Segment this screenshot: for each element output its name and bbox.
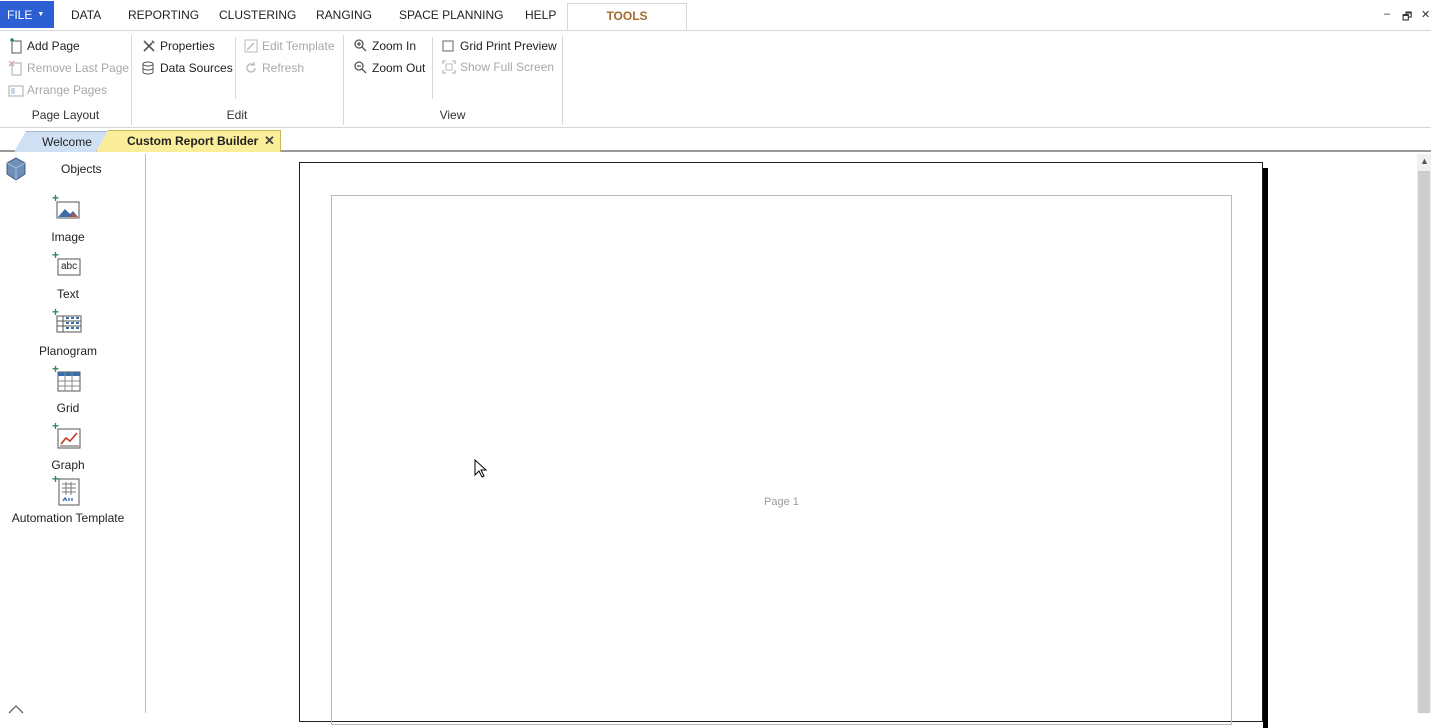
object-planogram[interactable]: + Planogram	[0, 306, 136, 358]
minimize-icon[interactable]: –	[1384, 8, 1390, 20]
zoom-in-icon	[353, 38, 369, 54]
grid-print-preview-checkbox[interactable]: Grid Print Preview	[441, 37, 557, 55]
edit-template-button[interactable]: Edit Template	[243, 37, 335, 55]
tab-welcome[interactable]: Welcome	[14, 131, 108, 152]
menu-help[interactable]: HELP	[525, 8, 556, 22]
show-full-screen-button[interactable]: Show Full Screen	[441, 58, 554, 76]
database-icon	[141, 60, 157, 76]
menu-file[interactable]: FILE ▼	[0, 1, 54, 28]
menu-reporting[interactable]: REPORTING	[128, 8, 199, 22]
object-image-label: Image	[51, 230, 85, 244]
refresh-button[interactable]: Refresh	[243, 59, 304, 77]
cube-icon	[5, 157, 27, 184]
full-screen-icon	[441, 59, 457, 75]
restore-icon[interactable]: 🗗	[1402, 8, 1412, 27]
tab-custom-report-builder[interactable]: Custom Report Builder	[96, 130, 281, 152]
grid-print-preview-label: Grid Print Preview	[460, 39, 557, 53]
automation-template-icon: +	[52, 473, 82, 506]
mouse-cursor-icon	[474, 458, 488, 482]
object-text[interactable]: + abc Text	[0, 249, 136, 301]
object-planogram-label: Planogram	[38, 344, 98, 358]
page-margin-area[interactable]	[331, 195, 1232, 725]
data-sources-label: Data Sources	[160, 61, 233, 75]
zoom-out-button[interactable]: Zoom Out	[353, 59, 425, 77]
objects-panel: Objects + Image + abc Text + Planogram +…	[0, 154, 146, 714]
image-icon: +	[52, 192, 82, 224]
vertical-scrollbar[interactable]: ▲	[1417, 154, 1431, 713]
graph-icon: +	[52, 420, 82, 452]
arrange-pages-button[interactable]: Arrange Pages	[8, 81, 107, 99]
object-grid[interactable]: + Grid	[0, 363, 136, 415]
properties-button[interactable]: Properties	[141, 37, 215, 55]
menu-clustering[interactable]: CLUSTERING	[219, 8, 296, 22]
object-automation-template-label: Automation Template	[11, 511, 125, 525]
zoom-out-icon	[353, 60, 369, 76]
remove-last-page-button[interactable]: Remove Last Page	[8, 59, 129, 77]
edit-template-icon	[243, 38, 259, 54]
view-group-label: View	[439, 108, 466, 122]
menu-file-label: FILE	[7, 7, 33, 22]
zoom-in-button[interactable]: Zoom In	[353, 37, 416, 55]
zoom-out-label: Zoom Out	[372, 61, 426, 75]
data-sources-button[interactable]: Data Sources	[141, 59, 233, 77]
add-page-label: Add Page	[27, 39, 80, 53]
menu-tools[interactable]: TOOLS	[567, 3, 687, 30]
object-grid-label: Grid	[56, 401, 80, 415]
menu-data[interactable]: DATA	[71, 8, 101, 22]
view-divider	[432, 37, 433, 99]
properties-label: Properties	[160, 39, 215, 53]
collapse-up-icon[interactable]	[8, 703, 24, 717]
object-automation-template[interactable]: + Automation Template	[0, 473, 136, 525]
grid-icon: +	[52, 363, 82, 395]
object-image[interactable]: + Image	[0, 192, 136, 244]
close-tab-icon[interactable]: ✕	[264, 133, 275, 149]
group-divider	[562, 35, 563, 125]
report-canvas[interactable]: Page 1	[147, 154, 1417, 728]
scrollbar-thumb[interactable]	[1418, 171, 1430, 713]
ribbon: Add Page Remove Last Page Arrange Pages …	[0, 30, 1431, 128]
scroll-up-icon[interactable]: ▲	[1420, 156, 1429, 166]
edit-group-label: Edit	[226, 108, 248, 122]
zoom-in-label: Zoom In	[372, 39, 417, 53]
refresh-label: Refresh	[262, 61, 305, 75]
page-shadow	[1263, 168, 1268, 728]
chevron-down-icon: ▼	[37, 11, 45, 18]
arrange-pages-icon	[8, 82, 24, 98]
text-icon: + abc	[52, 249, 82, 281]
tools-icon	[141, 38, 157, 54]
add-page-icon	[8, 38, 24, 54]
remove-last-page-label: Remove Last Page	[27, 61, 130, 75]
checkbox-icon	[441, 38, 457, 54]
object-text-label: Text	[56, 287, 79, 301]
document-tabs: Welcome Custom Report Builder ✕	[0, 128, 1431, 152]
menu-bar: FILE ▼ DATA REPORTING CLUSTERING RANGING…	[0, 0, 1431, 30]
edit-template-label: Edit Template	[262, 39, 335, 53]
show-full-screen-label: Show Full Screen	[460, 60, 555, 74]
text-icon-glyph: abc	[61, 261, 78, 272]
object-graph[interactable]: + Graph	[0, 420, 136, 472]
edit-divider	[235, 37, 236, 99]
refresh-icon	[243, 60, 259, 76]
object-graph-label: Graph	[51, 458, 85, 472]
add-page-button[interactable]: Add Page	[8, 37, 80, 55]
arrange-pages-label: Arrange Pages	[27, 83, 108, 97]
menu-space-planning[interactable]: SPACE PLANNING	[399, 8, 503, 22]
remove-page-icon	[8, 60, 24, 76]
menu-ranging[interactable]: RANGING	[316, 8, 372, 22]
page-label: Page 1	[764, 496, 799, 508]
objects-header[interactable]: Objects	[0, 154, 146, 184]
objects-title: Objects	[61, 162, 102, 176]
page-layout-group-label: Page Layout	[31, 108, 100, 122]
close-icon[interactable]: ✕	[1421, 8, 1430, 21]
planogram-icon: +	[52, 306, 82, 338]
